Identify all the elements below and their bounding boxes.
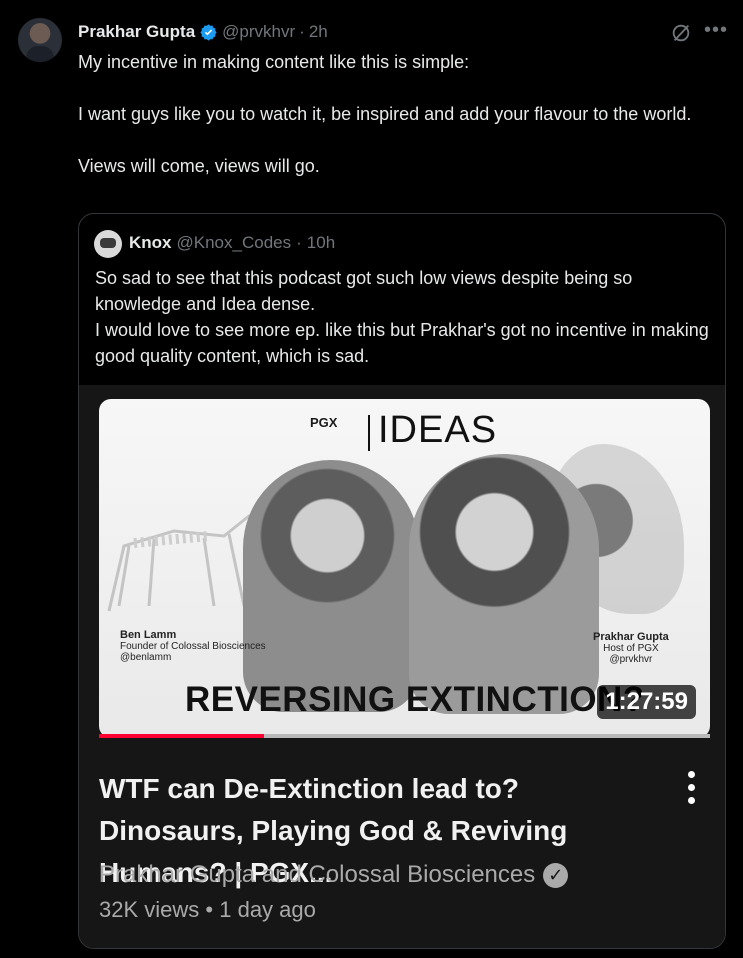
time-separator: · bbox=[299, 22, 305, 41]
watch-progress-fill bbox=[99, 734, 264, 738]
right-person-handle: @prvkhvr bbox=[609, 654, 653, 665]
video-card[interactable]: PGX IDEAS Ben Lamm Founder of Colossal B… bbox=[79, 385, 725, 948]
upload-age: 1 day ago bbox=[219, 897, 316, 922]
quote-author-avatar[interactable] bbox=[94, 230, 122, 258]
thumbnail-divider bbox=[368, 415, 370, 451]
view-count: 32K views bbox=[99, 897, 200, 922]
channel-verified-icon: ✓ bbox=[543, 862, 569, 888]
tweet-header: Prakhar Gupta @prvkhvr · 2h bbox=[78, 22, 328, 42]
channel-row[interactable]: Prakhar Gupta and Colossal Biosciences ✓ bbox=[99, 861, 569, 889]
left-person-handle: @benlamm bbox=[120, 652, 172, 663]
right-person-name: Prakhar Gupta bbox=[593, 631, 669, 643]
quote-header: Knox @Knox_Codes · 10h bbox=[129, 233, 335, 253]
left-person-name: Ben Lamm bbox=[120, 629, 177, 641]
quote-author-name[interactable]: Knox bbox=[129, 233, 172, 253]
quote-post-time[interactable]: 10h bbox=[307, 233, 335, 253]
thumbnail-logo: PGX bbox=[310, 415, 338, 430]
post-time[interactable]: 2h bbox=[309, 22, 328, 42]
author-avatar[interactable] bbox=[18, 18, 62, 62]
left-person-caption: Ben Lamm Founder of Colossal Biosciences… bbox=[120, 629, 266, 664]
video-meta: 32K views • 1 day ago bbox=[99, 897, 316, 923]
more-options-icon[interactable]: ••• bbox=[704, 20, 728, 44]
left-person-role: Founder of Colossal Biosciences bbox=[120, 641, 266, 652]
author-name[interactable]: Prakhar Gupta bbox=[78, 22, 195, 42]
author-handle[interactable]: @prvkhvr bbox=[222, 22, 295, 42]
video-thumbnail[interactable]: PGX IDEAS Ben Lamm Founder of Colossal B… bbox=[99, 399, 710, 738]
quoted-post[interactable]: Knox @Knox_Codes · 10h So sad to see tha… bbox=[78, 213, 726, 949]
meta-separator: • bbox=[205, 897, 214, 922]
right-person-caption: Prakhar Gupta Host of PGX @prvkhvr bbox=[593, 631, 669, 666]
right-host-photo bbox=[409, 454, 599, 714]
channel-name[interactable]: Prakhar Gupta and Colossal Biosciences bbox=[99, 861, 535, 889]
quote-author-handle[interactable]: @Knox_Codes bbox=[177, 233, 292, 253]
right-person-role: Host of PGX bbox=[603, 643, 659, 654]
grok-icon[interactable] bbox=[670, 22, 692, 44]
watch-progress-bar bbox=[99, 734, 710, 738]
thumbnail-title: REVERSING EXTINCTION? bbox=[185, 680, 645, 719]
video-duration: 1:27:59 bbox=[597, 685, 696, 719]
thumbnail-brand: IDEAS bbox=[378, 409, 498, 451]
tweet-text: My incentive in making content like this… bbox=[78, 52, 692, 176]
verified-badge-icon bbox=[200, 23, 217, 41]
video-menu-icon[interactable] bbox=[682, 771, 700, 809]
quote-text: So sad to see that this podcast got such… bbox=[95, 268, 709, 366]
left-guest-photo bbox=[243, 460, 419, 712]
quote-time-separator: · bbox=[296, 233, 302, 252]
